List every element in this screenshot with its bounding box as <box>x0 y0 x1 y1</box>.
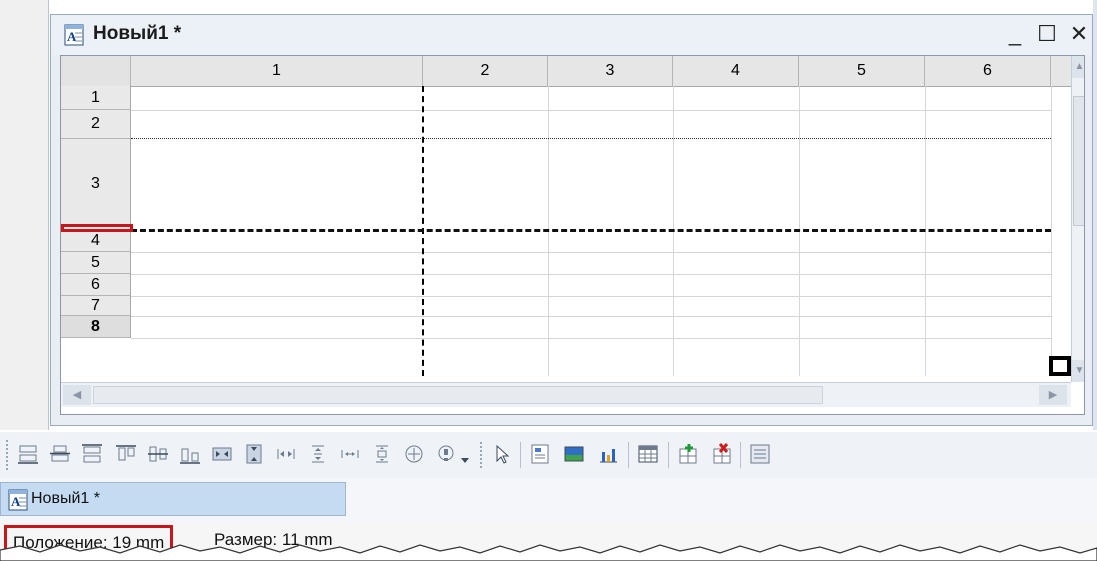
align-center-vertical-icon[interactable] <box>146 442 170 466</box>
center-horizontal-icon[interactable] <box>210 442 234 466</box>
gridline-horizontal <box>131 110 1051 111</box>
pointer-icon[interactable] <box>490 442 514 466</box>
vertical-scrollbar[interactable]: ▲ ▼ <box>1071 56 1084 382</box>
minimize-button[interactable]: _ <box>999 19 1031 49</box>
toolbar-separator <box>740 442 741 468</box>
gridline-horizontal <box>131 316 1051 317</box>
delete-cell-icon[interactable] <box>710 442 734 466</box>
scroll-down-icon[interactable]: ▼ <box>1072 360 1084 382</box>
chart-icon[interactable] <box>596 442 620 466</box>
text-field-icon[interactable] <box>528 442 552 466</box>
spreadsheet-doc-icon: A <box>8 489 28 511</box>
toolbar-separator <box>668 442 669 468</box>
row-header[interactable]: 6 <box>61 274 131 296</box>
window-tab-bar: A Новый1 * <box>0 478 1097 522</box>
row-header[interactable]: 3 <box>61 139 131 230</box>
scroll-left-icon[interactable]: ◀ <box>63 385 91 405</box>
align-bottom-icon[interactable] <box>16 442 40 466</box>
column-header[interactable]: 3 <box>548 56 673 86</box>
gridline-horizontal <box>131 296 1051 297</box>
horizontal-scroll-thumb[interactable] <box>93 386 823 404</box>
spreadsheet-grid[interactable]: 1 2 3 4 5 6 1 2 3 4 5 6 7 8 ▲ ▼ ◀ ▶ <box>60 55 1085 415</box>
row-header[interactable]: 5 <box>61 252 131 274</box>
distribute-vertical-icon[interactable] <box>306 442 330 466</box>
toolbar-grip[interactable] <box>6 440 12 470</box>
column-header-row: 1 2 3 4 5 6 <box>61 56 1084 87</box>
column-header[interactable]: 6 <box>925 56 1051 86</box>
close-button[interactable]: ✕ <box>1063 19 1095 49</box>
workspace-right-strip <box>1093 0 1097 430</box>
align-top-icon[interactable] <box>80 442 104 466</box>
dropdown-arrow-icon[interactable] <box>458 442 472 466</box>
row-header[interactable]: 4 <box>61 230 131 252</box>
picture-icon[interactable] <box>562 442 586 466</box>
spreadsheet-doc-icon: A <box>64 24 84 46</box>
scroll-right-icon[interactable]: ▶ <box>1039 385 1067 405</box>
gridline-horizontal <box>131 274 1051 275</box>
align-right-icon[interactable] <box>178 442 202 466</box>
merge-cells-icon[interactable] <box>402 442 426 466</box>
page-break-dotted <box>131 138 1051 139</box>
column-header[interactable]: 2 <box>423 56 548 86</box>
distribute-horizontal-icon[interactable] <box>274 442 298 466</box>
overflow-icon[interactable] <box>748 442 772 466</box>
gridline-horizontal <box>131 338 1051 339</box>
selection-cursor[interactable] <box>1049 356 1071 376</box>
row-header[interactable]: 2 <box>61 110 131 139</box>
column-header[interactable]: 5 <box>799 56 925 86</box>
unmerge-cells-icon[interactable] <box>434 442 458 466</box>
corner-cell[interactable] <box>61 56 131 86</box>
space-horizontal-icon[interactable] <box>338 442 362 466</box>
align-center-horizontal-icon[interactable] <box>48 442 72 466</box>
table-icon[interactable] <box>636 442 660 466</box>
spreadsheet-window[interactable]: A Новый1 * _ ☐ ✕ 1 2 3 4 5 6 1 2 3 4 5 6… <box>50 14 1093 426</box>
space-vertical-icon[interactable] <box>370 442 394 466</box>
column-header[interactable]: 4 <box>673 56 799 86</box>
maximize-button[interactable]: ☐ <box>1031 19 1063 49</box>
row-header-active[interactable]: 8 <box>61 316 131 338</box>
toolbar-grip[interactable] <box>480 442 483 468</box>
vertical-scroll-thumb[interactable] <box>1073 96 1084 226</box>
toolbar-separator <box>628 442 629 468</box>
gridline-horizontal <box>131 252 1051 253</box>
window-tab[interactable]: A Новый1 * <box>0 482 346 516</box>
toolbar-separator <box>520 442 521 468</box>
center-vertical-icon[interactable] <box>242 442 266 466</box>
horizontal-scrollbar[interactable]: ◀ ▶ <box>61 382 1071 407</box>
align-left-icon[interactable] <box>114 442 138 466</box>
gridline-vertical <box>1051 86 1052 376</box>
scroll-up-icon[interactable]: ▲ <box>1072 56 1084 78</box>
insert-cell-icon[interactable] <box>676 442 700 466</box>
window-tab-label: Новый1 * <box>31 490 100 507</box>
window-title: Новый1 * <box>93 23 182 44</box>
row-header[interactable]: 7 <box>61 296 131 316</box>
torn-edge-decoration <box>0 544 1097 561</box>
column-header[interactable]: 1 <box>131 56 423 86</box>
row-boundary-highlight <box>61 224 133 232</box>
workspace-left-strip <box>0 0 49 430</box>
row-header[interactable]: 1 <box>61 86 131 110</box>
window-titlebar[interactable]: A Новый1 * _ ☐ ✕ <box>51 15 1092 55</box>
page-break-horizontal[interactable] <box>131 229 1051 232</box>
layout-toolbar <box>0 432 1097 478</box>
